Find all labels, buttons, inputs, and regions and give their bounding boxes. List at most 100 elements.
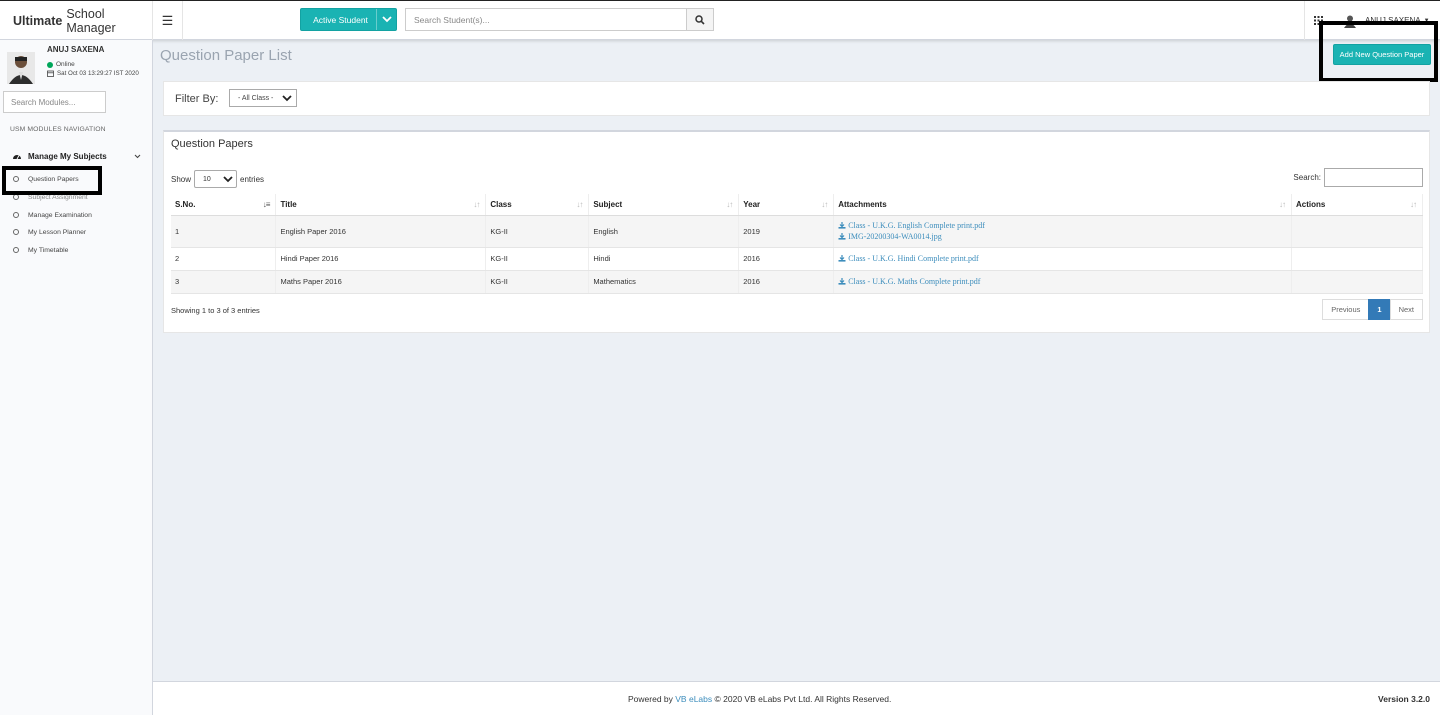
download-icon: [838, 222, 846, 229]
question-papers-panel: Question Papers Show 10 entries Search: …: [163, 130, 1430, 333]
sort-icon: ↓↑: [821, 200, 828, 209]
pagination-next[interactable]: Next: [1389, 299, 1423, 320]
sidebar-item-label: My Lesson Planner: [28, 228, 87, 236]
download-icon: [838, 278, 846, 285]
cell-sno: 2: [171, 247, 277, 271]
sidebar: ANUJ SAXENA Online Sat Oct 03 13:29:27 I…: [0, 40, 153, 715]
chevron-down-icon: [282, 94, 292, 104]
student-search-button[interactable]: [686, 8, 714, 31]
table-row: 1 English Paper 2016 KG-II English 2019 …: [171, 215, 1423, 248]
top-navbar: Ultimate School Manager ☰ Active Student…: [0, 0, 1440, 40]
cell-year: 2016: [738, 247, 835, 271]
cell-class: KG-II: [485, 247, 590, 271]
class-filter-value: - All Class -: [238, 94, 274, 102]
caret-down-icon: ▼: [1423, 17, 1430, 24]
footer-company-link[interactable]: VB eLabs: [675, 694, 712, 704]
nav-header: USM MODULES NAVIGATION: [10, 126, 106, 133]
show-label: Show: [171, 174, 192, 184]
filter-bar: Filter By: - All Class -: [163, 81, 1430, 116]
footer-copyright-text: © 2020 VB eLabs Pvt Ltd. All Rights Rese…: [714, 694, 892, 704]
add-new-question-paper-button[interactable]: Add New Question Paper: [1333, 44, 1431, 65]
apps-menu-button[interactable]: [1304, 1, 1331, 40]
sidebar-item-my-timetable[interactable]: My Timetable: [0, 242, 152, 258]
sidebar-item-subject-assignment[interactable]: Subject Assignment: [0, 189, 152, 205]
sidebar-item-manage-examination[interactable]: Manage Examination: [0, 207, 152, 223]
table-search: Search:: [1293, 168, 1423, 187]
student-status-label: Active Student: [313, 14, 368, 25]
online-dot-icon: [47, 61, 53, 68]
sidebar-item-label: Subject Assignment: [28, 193, 88, 201]
module-search-input[interactable]: [3, 91, 106, 113]
footer-copyright: Powered by VB eLabs © 2020 VB eLabs Pvt …: [628, 694, 891, 704]
pagination-previous[interactable]: Previous: [1322, 299, 1370, 320]
sort-icon: ↓↑: [726, 200, 733, 209]
chevron-down-icon: [223, 175, 233, 185]
column-header-attachments[interactable]: Attachments ↓↑: [833, 194, 1292, 216]
cell-actions: [1291, 247, 1423, 271]
column-header-sno[interactable]: S.No. ↓≡: [171, 194, 277, 216]
cell-attachments: Class - U.K.G. Maths Complete print.pdf: [833, 270, 1292, 294]
calendar-icon: [47, 70, 54, 77]
circle-icon: [13, 176, 19, 182]
sort-icon: ↓↑: [1279, 200, 1286, 209]
user-menu[interactable]: ANUJ SAXENA ▼: [1331, 1, 1440, 40]
sidebar-item-my-lesson-planner[interactable]: My Lesson Planner: [0, 224, 152, 240]
cell-attachments: Class - U.K.G. Hindi Complete print.pdf: [833, 247, 1292, 271]
nav-group-manage-my-subjects[interactable]: Manage My Subjects: [0, 146, 152, 166]
footer-version: Version 3.2.0: [1378, 694, 1430, 704]
online-status: Online: [47, 61, 75, 68]
search-label: Search:: [1293, 173, 1321, 182]
table-search-input[interactable]: [1324, 168, 1423, 187]
sort-icon: ↓↑: [1410, 200, 1417, 209]
search-icon: [695, 14, 705, 25]
attachment-link[interactable]: IMG-20200304-WA0014.jpg: [838, 231, 1291, 242]
cell-year: 2016: [738, 270, 835, 294]
attachment-link[interactable]: Class - U.K.G. English Complete print.pd…: [838, 220, 1291, 231]
nav-group-label: Manage My Subjects: [28, 151, 107, 161]
table-header-row: S.No. ↓≡ Title ↓↑ Class ↓↑ Subject ↓↑ Year ↓↑…: [171, 194, 1423, 216]
attachment-link[interactable]: Class - U.K.G. Hindi Complete print.pdf: [838, 253, 1291, 264]
cell-year: 2019: [738, 215, 835, 248]
sidebar-item-question-papers[interactable]: Question Papers: [0, 171, 152, 187]
circle-icon: [13, 229, 19, 235]
attachment-link[interactable]: Class - U.K.G. Maths Complete print.pdf: [838, 276, 1291, 287]
dashboard-icon: [12, 152, 22, 160]
avatar: [7, 52, 35, 84]
user-panel: ANUJ SAXENA Online Sat Oct 03 13:29:27 I…: [0, 40, 153, 86]
entries-label: entries: [240, 174, 265, 184]
circle-icon: [13, 247, 19, 253]
sort-icon: ↓↑: [576, 200, 583, 209]
cell-attachments: Class - U.K.G. English Complete print.pd…: [833, 215, 1292, 248]
panel-title: Question Papers: [171, 138, 253, 150]
app-logo[interactable]: Ultimate School Manager: [0, 1, 153, 40]
status-text: Online: [56, 61, 75, 68]
column-header-class[interactable]: Class ↓↑: [485, 194, 590, 216]
cell-actions: [1291, 270, 1423, 294]
logo-text: School Manager: [66, 6, 116, 35]
cell-sno: 3: [171, 270, 277, 294]
column-header-title[interactable]: Title ↓↑: [275, 194, 487, 216]
sidebar-user-name: ANUJ SAXENA: [47, 45, 105, 54]
sort-asc-icon: ↓≡: [262, 200, 271, 209]
sidebar-item-label: Manage Examination: [28, 211, 92, 219]
entries-length-control: Show 10 entries: [171, 170, 264, 188]
column-header-subject[interactable]: Subject ↓↑: [588, 194, 740, 216]
cell-subject: Mathematics: [588, 270, 740, 294]
circle-icon: [13, 194, 19, 200]
sidebar-toggle-button[interactable]: ☰: [153, 1, 183, 40]
user-avatar-icon: [1344, 15, 1356, 28]
column-header-actions[interactable]: Actions ↓↑: [1291, 194, 1423, 216]
pagination: Previous 1 Next: [1322, 299, 1423, 320]
pagination-page[interactable]: 1: [1368, 299, 1391, 320]
cell-actions: [1291, 215, 1423, 248]
cell-title: English Paper 2016: [275, 215, 487, 248]
cell-subject: Hindi: [588, 247, 740, 271]
class-filter-select[interactable]: - All Class -: [229, 89, 297, 107]
student-search-input[interactable]: [405, 8, 687, 31]
student-status-dropdown[interactable]: Active Student: [300, 8, 397, 31]
column-header-year[interactable]: Year ↓↑: [738, 194, 835, 216]
current-datetime: Sat Oct 03 13:29:27 IST 2020: [47, 70, 139, 77]
cell-class: KG-II: [485, 215, 590, 248]
hamburger-icon: ☰: [161, 12, 174, 28]
entries-select[interactable]: 10: [194, 170, 238, 188]
